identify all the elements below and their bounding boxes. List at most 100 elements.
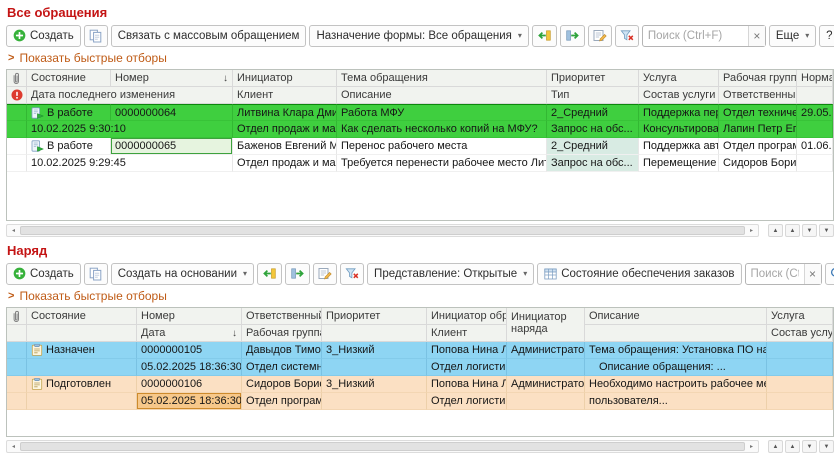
- search-input[interactable]: [643, 30, 748, 42]
- link-mass-appeal-button[interactable]: Связать с массовым обращением: [111, 25, 307, 47]
- col-header-number[interactable]: Номер: [137, 308, 242, 325]
- col-header-client[interactable]: Клиент: [233, 87, 337, 104]
- go-top-button[interactable]: ▲: [768, 440, 783, 453]
- col-header-service-detail[interactable]: Состав услуги: [639, 87, 719, 104]
- create-button[interactable]: Создать: [6, 263, 81, 285]
- state-cell[interactable]: Назначен: [27, 342, 137, 359]
- client-cell[interactable]: Отдел логистики: [427, 393, 507, 410]
- clear-filter-button[interactable]: [340, 263, 364, 285]
- client-cell[interactable]: Отдел продаж и мар...: [233, 121, 337, 138]
- col-header-state[interactable]: Состояние: [27, 70, 111, 87]
- col-header-client[interactable]: Клиент: [427, 325, 507, 342]
- number-cell[interactable]: 0000000105: [137, 342, 242, 359]
- date-cell[interactable]: 05.02.2025 18:36:30: [137, 359, 242, 376]
- service-cell[interactable]: Поддержка пер...: [639, 104, 719, 121]
- scroll-down-button[interactable]: ▼: [802, 224, 817, 237]
- create-based-on-button[interactable]: Создать на основании▾: [111, 263, 254, 285]
- attachment-cell[interactable]: [7, 393, 27, 410]
- create-button[interactable]: Создать: [6, 25, 81, 47]
- initiator-cell[interactable]: Литвина Клара Дми...: [233, 104, 337, 121]
- col-header-workgroup[interactable]: Рабочая группа: [719, 70, 797, 87]
- attachment-cell[interactable]: [7, 138, 27, 155]
- search-options-button[interactable]: ▾: [825, 263, 835, 285]
- quick-filters-toggle[interactable]: > Показать быстрые отборы: [6, 49, 834, 69]
- col-header-number[interactable]: Номер↓: [111, 70, 233, 87]
- workgroup-cell[interactable]: Отдел програм...: [242, 393, 322, 410]
- col-header-norm[interactable]: Нормат...: [797, 70, 833, 87]
- workgroup-cell[interactable]: Отдел техниче...: [719, 104, 797, 121]
- clear-search-button[interactable]: ×: [804, 264, 821, 284]
- priority-cell[interactable]: 3_Низкий: [322, 342, 427, 359]
- deadline-cell[interactable]: 29.05.2...: [797, 104, 833, 121]
- col-header-service[interactable]: Услуга: [767, 308, 833, 325]
- clear-search-button[interactable]: ×: [748, 26, 765, 46]
- description-cell[interactable]: Тема обращения: Установка ПО на ПК: [585, 342, 767, 359]
- search-input[interactable]: [746, 268, 804, 280]
- empty-cell[interactable]: [797, 121, 833, 138]
- col-header-topic[interactable]: Тема обращения: [337, 70, 547, 87]
- initiator-cell[interactable]: Попова Нина Л...: [427, 376, 507, 393]
- scroll-up-button[interactable]: ▲: [785, 224, 800, 237]
- state-cell[interactable]: Подготовлен: [27, 376, 137, 393]
- view-button[interactable]: Представление: Открытые▾: [367, 263, 534, 285]
- workgroup-cell[interactable]: Отдел програм...: [719, 138, 797, 155]
- client-cell[interactable]: Отдел логистики: [427, 359, 507, 376]
- priority-cell[interactable]: 3_Низкий: [322, 376, 427, 393]
- scrollbar-thumb[interactable]: [20, 442, 745, 451]
- scroll-down-button[interactable]: ▼: [802, 440, 817, 453]
- description-cell[interactable]: пользователя...: [585, 393, 767, 410]
- scrollbar-track[interactable]: ◂ ▸: [6, 224, 759, 237]
- col-header-type[interactable]: Тип: [547, 87, 639, 104]
- topic-cell[interactable]: Работа МФУ: [337, 104, 547, 121]
- empty-cell[interactable]: [27, 359, 137, 376]
- attachment-cell[interactable]: [7, 104, 27, 121]
- initiator-cell[interactable]: Попова Нина Л...: [427, 342, 507, 359]
- scrollbar-track[interactable]: ◂ ▸: [6, 440, 759, 453]
- create-copy-button[interactable]: [84, 25, 108, 47]
- description-cell[interactable]: Описание обращения: ...: [585, 359, 767, 376]
- workgroup-cell[interactable]: Отдел системн...: [242, 359, 322, 376]
- col-header-initiator[interactable]: Инициатор: [233, 70, 337, 87]
- description-cell[interactable]: Требуется перенести рабочее место Литвин…: [337, 155, 547, 172]
- responsible-cell[interactable]: Сидоров Борис...: [719, 155, 797, 172]
- empty-cell[interactable]: [767, 393, 833, 410]
- create-copy-button[interactable]: [84, 263, 108, 285]
- service-cell[interactable]: Поддержка авт...: [639, 138, 719, 155]
- scroll-right-icon[interactable]: ▸: [745, 227, 758, 234]
- attachment-cell[interactable]: [7, 342, 27, 359]
- col-header-service-detail[interactable]: Состав услуги: [767, 325, 833, 342]
- priority-cell[interactable]: 2_Средний: [547, 138, 639, 155]
- attachment-cell[interactable]: [7, 121, 27, 138]
- col-header-responsible[interactable]: Ответственный: [719, 87, 797, 104]
- type-cell[interactable]: Запрос на обс...: [547, 155, 639, 172]
- edit-note-button[interactable]: [313, 263, 337, 285]
- col-header-order-initiator[interactable]: Инициатор наряда: [507, 308, 585, 342]
- col-header-priority[interactable]: Приоритет: [322, 308, 427, 325]
- empty-cell[interactable]: [797, 155, 833, 172]
- empty-cell[interactable]: [767, 359, 833, 376]
- scroll-up-button[interactable]: ▲: [785, 440, 800, 453]
- empty-cell[interactable]: [322, 393, 427, 410]
- priority-cell[interactable]: 2_Средний: [547, 104, 639, 121]
- service-cell[interactable]: [767, 376, 833, 393]
- order-initiator-cell[interactable]: Администратор: [507, 376, 585, 393]
- edit-note-button[interactable]: [588, 25, 612, 47]
- empty-cell[interactable]: [507, 359, 585, 376]
- attachment-cell[interactable]: [7, 359, 27, 376]
- change-date-cell[interactable]: 10.02.2025 9:30:10: [27, 121, 233, 138]
- description-cell[interactable]: Как сделать несколько копий на МФУ?: [337, 121, 547, 138]
- service-detail-cell[interactable]: Консультирова...: [639, 121, 719, 138]
- form-assignment-button[interactable]: Назначение формы: Все обращения▾: [309, 25, 528, 47]
- client-cell[interactable]: Отдел продаж и мар...: [233, 155, 337, 172]
- col-header-description[interactable]: Описание: [337, 87, 547, 104]
- quick-filters-toggle[interactable]: > Показать быстрые отборы: [6, 287, 834, 307]
- go-top-button[interactable]: ▲: [768, 224, 783, 237]
- forward-button[interactable]: [560, 25, 585, 47]
- responsible-cell[interactable]: Сидоров Борис...: [242, 376, 322, 393]
- service-cell[interactable]: [767, 342, 833, 359]
- col-header-priority[interactable]: Приоритет: [547, 70, 639, 87]
- empty-cell[interactable]: [322, 359, 427, 376]
- responsible-cell[interactable]: Давыдов Тимо...: [242, 342, 322, 359]
- go-bottom-button[interactable]: ▼: [819, 224, 834, 237]
- col-header-state[interactable]: Состояние: [27, 308, 137, 325]
